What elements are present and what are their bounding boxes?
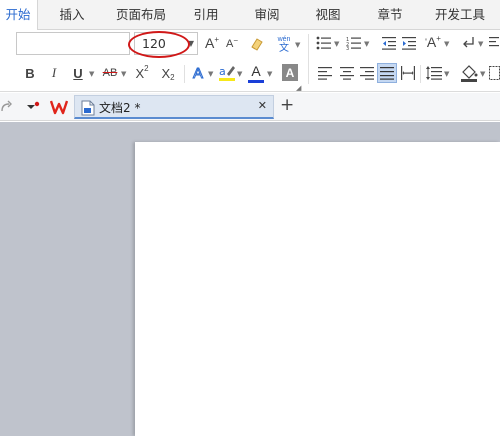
align-center-icon — [340, 67, 354, 80]
strikethrough-button[interactable]: AB — [100, 65, 120, 81]
bullet-list-button[interactable] — [316, 36, 332, 50]
border-icon — [489, 66, 500, 80]
highlight-dropdown-icon[interactable]: ▼ — [237, 70, 242, 78]
shrink-mark: − — [233, 35, 238, 45]
subscript-button[interactable]: X2 — [158, 64, 178, 83]
ribbon-separator — [308, 65, 309, 83]
ribbon-separator — [420, 65, 421, 83]
character-shading-button[interactable]: A — [282, 64, 298, 81]
change-case-button[interactable]: ' A + — [424, 32, 442, 52]
clear-format-icon — [251, 38, 263, 51]
font-size-annotation-circle — [128, 31, 190, 58]
tab-view[interactable]: 视图 — [308, 0, 348, 30]
tab-page-layout[interactable]: 页面布局 — [108, 0, 174, 30]
numbered-list-icon: 123 — [346, 37, 361, 52]
tab-sections[interactable]: 章节 — [370, 0, 410, 30]
new-tab-icon[interactable]: + — [280, 95, 294, 115]
bullet-list-icon — [316, 36, 331, 50]
line-spacing-icon — [426, 66, 442, 80]
line-spacing-dropdown-icon[interactable]: ▼ — [444, 70, 449, 78]
border-button[interactable] — [489, 66, 500, 80]
paragraph-mark-dropdown-icon[interactable]: ▼ — [478, 40, 483, 48]
font-name-select[interactable] — [16, 32, 130, 55]
increase-indent-button[interactable] — [402, 36, 416, 50]
strikethrough-dropdown-icon[interactable]: ▼ — [121, 70, 126, 78]
paragraph-mark-button[interactable] — [462, 36, 476, 50]
numbered-list-dropdown-icon[interactable]: ▼ — [364, 40, 369, 48]
font-color-dropdown-icon[interactable]: ▼ — [267, 70, 272, 78]
tab-insert[interactable]: 插入 — [50, 0, 94, 30]
highlighter-icon: a — [219, 65, 235, 81]
document-tab[interactable]: 文档2 * ✕ — [74, 95, 274, 119]
text-effect-button[interactable]: A — [190, 63, 206, 83]
close-tab-icon[interactable]: ✕ — [258, 99, 267, 112]
font-name-input[interactable] — [17, 33, 129, 54]
align-center-button[interactable] — [340, 66, 354, 80]
change-case-mark: + — [436, 33, 441, 43]
decrease-indent-button[interactable] — [382, 36, 396, 50]
font-color-swatch — [248, 80, 264, 83]
text-effect-dropdown-icon[interactable]: ▼ — [208, 70, 213, 78]
document-tab-title: 文档2 * — [99, 101, 141, 115]
change-case-dropdown-icon[interactable]: ▼ — [444, 40, 449, 48]
highlight-button[interactable]: a — [218, 64, 236, 82]
align-left-icon — [318, 67, 332, 80]
tab-references[interactable]: 引用 — [186, 0, 226, 30]
quick-access-menu-button[interactable] — [26, 100, 42, 114]
numbered-list-button[interactable]: 123 — [346, 36, 362, 52]
distributed-align-icon — [401, 66, 415, 80]
paint-bucket-icon — [461, 65, 478, 82]
pinyin-dropdown-icon[interactable]: ▼ — [295, 41, 300, 49]
increase-indent-icon — [402, 37, 416, 50]
decrease-indent-icon — [382, 37, 396, 50]
grow-mark: + — [214, 34, 219, 44]
document-page[interactable] — [135, 142, 500, 436]
underline-dropdown-icon[interactable]: ▼ — [89, 70, 94, 78]
redo-button[interactable] — [0, 100, 14, 114]
wps-writer-window: 开始 插入 页面布局 引用 审阅 视图 章节 开发工具 ▼ A+ A− wén … — [0, 0, 500, 436]
align-left-button[interactable] — [318, 66, 332, 80]
ribbon-separator — [184, 65, 185, 83]
document-tab-bar: 文档2 * ✕ + — [0, 93, 500, 121]
shrink-font-button[interactable]: A − — [224, 36, 240, 52]
sort-icon — [489, 37, 499, 47]
ribbon-home: ▼ A+ A− wén 文 ▼ ▼ 123 ▼ — [0, 30, 500, 92]
document-icon — [81, 100, 95, 116]
justify-icon — [380, 67, 394, 80]
align-right-button[interactable] — [360, 66, 374, 80]
shading-button[interactable] — [460, 64, 478, 82]
tab-developer[interactable]: 开发工具 — [428, 0, 492, 30]
redo-icon — [1, 100, 12, 112]
sort-button[interactable] — [488, 36, 500, 50]
underline-button[interactable]: U — [70, 64, 86, 82]
svg-text:3: 3 — [346, 46, 349, 50]
grow-font-button[interactable]: A + — [204, 34, 220, 52]
quick-access-menu-icon — [27, 101, 40, 109]
tab-review[interactable]: 审阅 — [247, 0, 287, 30]
bullet-list-dropdown-icon[interactable]: ▼ — [334, 40, 339, 48]
font-color-button[interactable]: A — [248, 62, 264, 80]
clear-format-button[interactable] — [248, 34, 266, 54]
document-workspace — [0, 122, 500, 436]
dialog-launcher-icon[interactable]: ◢ — [296, 84, 301, 92]
svg-text:a: a — [219, 65, 226, 78]
wps-logo-icon — [49, 100, 69, 115]
align-right-icon — [360, 67, 374, 80]
bold-button[interactable]: B — [22, 64, 38, 82]
italic-button[interactable]: I — [46, 64, 62, 82]
superscript-button[interactable]: X2 — [132, 64, 152, 82]
return-arrow-icon — [463, 37, 474, 48]
pinyin-guide-button[interactable]: wén 文 — [274, 32, 294, 56]
tab-home[interactable]: 开始 — [0, 0, 38, 31]
distributed-align-button[interactable] — [401, 66, 415, 80]
shading-dropdown-icon[interactable]: ▼ — [480, 70, 485, 78]
justify-button[interactable] — [377, 63, 397, 83]
wps-logo-button[interactable] — [49, 99, 69, 115]
menu-bar: 开始 插入 页面布局 引用 审阅 视图 章节 开发工具 — [0, 0, 500, 31]
line-spacing-button[interactable] — [426, 66, 442, 80]
